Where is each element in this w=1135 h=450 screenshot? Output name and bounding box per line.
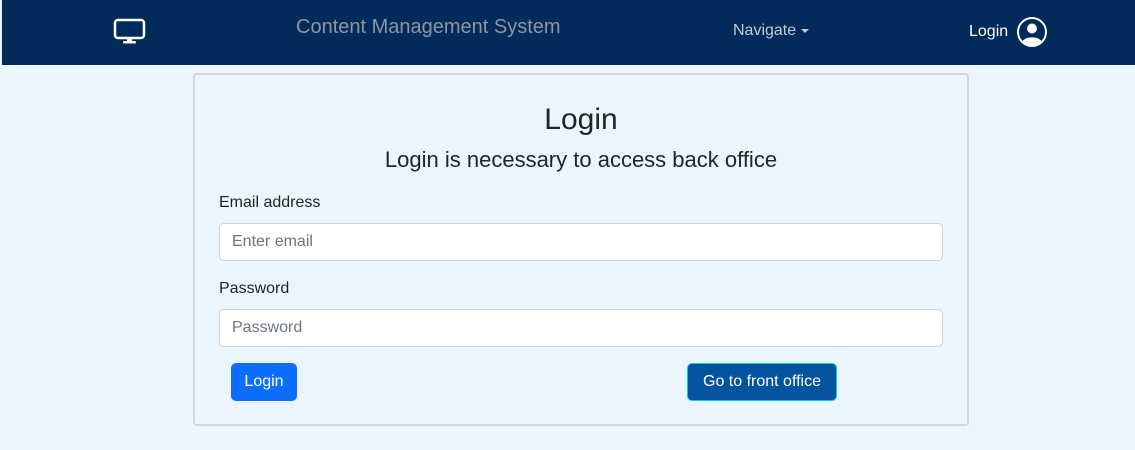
page-title: Login	[544, 103, 618, 136]
password-field[interactable]	[219, 309, 943, 347]
navigate-label: Navigate	[733, 22, 797, 39]
nav-login-label: Login	[969, 23, 1009, 40]
email-field[interactable]	[219, 223, 943, 261]
login-card: Login Login is necessary to access back …	[193, 73, 969, 426]
login-button[interactable]: Login	[231, 363, 297, 401]
brand-link[interactable]: Content Management System	[296, 16, 561, 39]
nav-login-link[interactable]: Login	[969, 15, 1048, 49]
email-label: Email address	[219, 194, 321, 211]
front-office-button[interactable]: Go to front office	[687, 363, 837, 401]
page-subtitle: Login is necessary to access back office	[384, 147, 778, 172]
password-label: Password	[219, 280, 290, 297]
user-circle-icon	[1016, 16, 1048, 48]
caret-down-icon	[801, 29, 810, 33]
monitor-icon[interactable]	[112, 17, 148, 47]
navigate-dropdown[interactable]: Navigate	[733, 22, 810, 40]
top-navbar: Content Management System Navigate Login	[2, 0, 1135, 65]
